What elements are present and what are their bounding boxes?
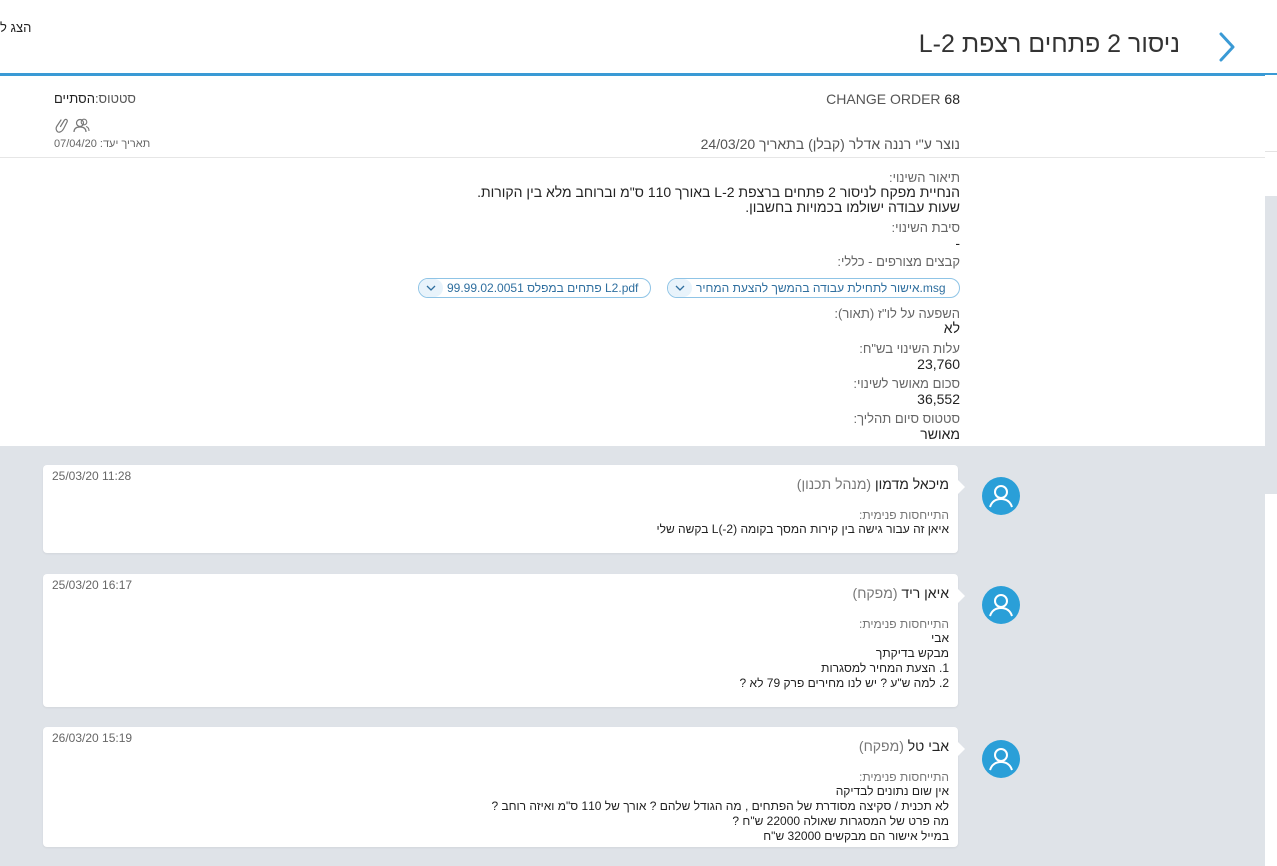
- comment-line: לא תכנית / סקיצה מסודרת של הפתחים , מה ה…: [491, 799, 949, 813]
- comment-label: התייחסות פנימית:: [858, 770, 949, 784]
- process-status-label: סטטוס סיום תהליך:: [853, 411, 960, 426]
- cost-value: 23,760: [917, 356, 960, 372]
- comment-line: איאן זה עבור גישה בין קירות המסך בקומה (…: [656, 522, 949, 536]
- change-order-number: 68: [944, 91, 960, 107]
- chevron-down-icon[interactable]: [419, 279, 443, 297]
- approved-amount-label: סכום מאושר לשינוי:: [853, 376, 960, 391]
- comment-line: במייל אישור הם מבקשים 32000 ש"ח: [763, 829, 949, 843]
- comment-line: מה פרט של המסגרות שאולה 22000 ש"ח ?: [732, 814, 949, 828]
- paperclip-icon[interactable]: [55, 118, 68, 133]
- comment-timestamp: 25/03/20 16:17: [52, 578, 133, 592]
- comment-line: 2. למה ש"ע ? יש לנו מחירים פרק 79 לא ?: [739, 676, 949, 690]
- attachment-chip-msg[interactable]: אישור לתחילת עבודה בהמשך להצעת המחיר.msg: [667, 278, 960, 298]
- header-divider: [0, 73, 1265, 76]
- header-divider-tail: [1265, 73, 1277, 75]
- comment-author-name: אבי טל: [907, 738, 949, 754]
- show-link[interactable]: הצג ל: [0, 20, 31, 35]
- attachment-chip-pdf[interactable]: 99.99.02.0051 פתחים במפלס L2.pdf: [418, 278, 651, 298]
- page-title: ניסור 2 פתחים רצפת L-2: [918, 30, 1180, 58]
- user-avatar-icon: [982, 477, 1020, 515]
- status-line: סטטוס:הסתיים: [54, 91, 136, 106]
- schedule-impact-value: לא: [943, 320, 960, 336]
- description-line: שעות עבודה ישולמו בכמויות בחשבון.: [745, 199, 960, 215]
- comment-author: אבי טל (מפקח): [859, 738, 949, 754]
- status-value: הסתיים: [54, 91, 95, 106]
- comment-line: מבקש בדיקתך: [875, 646, 949, 660]
- chevron-down-icon[interactable]: [668, 279, 692, 297]
- user-avatar-icon: [982, 586, 1020, 624]
- comment-line: אין שום נתונים לבדיקה: [835, 784, 949, 798]
- due-date-label: תאריך יעד:: [99, 138, 151, 150]
- user-avatar-icon: [982, 740, 1020, 778]
- comment-author-name: מיכאל מדמון: [875, 476, 949, 492]
- reason-label: סיבת השינוי:: [891, 220, 960, 235]
- comment-author-name: איאן ריד: [901, 585, 949, 601]
- approved-amount-value: 36,552: [917, 391, 960, 407]
- comment-body: אבי מבקש בדיקתך 1. הצעת המחיר למסגרות 2.…: [740, 631, 949, 691]
- attachments-label: קבצים מצורפים - כללי:: [837, 254, 960, 269]
- side-scroll-strip[interactable]: [1265, 196, 1277, 494]
- process-status-value: מאושר: [920, 426, 960, 442]
- description-line: הנחיית מפקח לניסור 2 פתחים ברצפת L-2 באו…: [477, 184, 960, 200]
- comment-author-role: (מפקח): [858, 738, 904, 754]
- status-label: סטטוס:: [94, 91, 136, 106]
- comment-author-role: (מנהל תכנון): [796, 476, 872, 492]
- schedule-impact-label: השפעה על לו"ז (תאור):: [834, 306, 960, 321]
- change-order-label: CHANGE ORDER: [826, 91, 941, 107]
- comment-label: התייחסות פנימית:: [858, 617, 949, 631]
- description-label: תיאור השינוי:: [889, 170, 960, 185]
- comment-label: התייחסות פנימית:: [858, 508, 949, 522]
- comment-timestamp: 26/03/20 15:19: [52, 731, 133, 745]
- users-icon[interactable]: [73, 118, 90, 133]
- info-divider: [0, 157, 1265, 158]
- attachment-name[interactable]: 99.99.02.0051 פתחים במפלס L2.pdf: [443, 281, 644, 295]
- side-divider: [1265, 151, 1277, 152]
- comment-body: איאן זה עבור גישה בין קירות המסך בקומה (…: [656, 522, 949, 537]
- comment-author: מיכאל מדמון (מנהל תכנון): [797, 476, 949, 492]
- comment-line: אבי: [931, 631, 949, 645]
- comment-author: איאן ריד (מפקח): [853, 585, 949, 601]
- comment-timestamp: 25/03/20 11:28: [52, 469, 132, 483]
- created-by-text: נוצר ע"י רננה אדלר (קבלן) בתאריך 24/03/2…: [700, 136, 960, 152]
- comment-line: 1. הצעת המחיר למסגרות: [821, 661, 949, 675]
- attachment-name[interactable]: אישור לתחילת עבודה בהמשך להצעת המחיר.msg: [692, 281, 952, 295]
- reason-value: -: [955, 235, 960, 251]
- chevron-right-icon[interactable]: [1211, 30, 1245, 64]
- info-icons: [55, 118, 90, 133]
- comment-author-role: (מפקח): [852, 585, 898, 601]
- change-order-id: CHANGE ORDER 68: [826, 91, 960, 107]
- due-date-value: 07/04/20: [54, 138, 97, 150]
- cost-label: עלות השינוי בש"ח:: [859, 341, 960, 356]
- description-text: הנחיית מפקח לניסור 2 פתחים ברצפת L-2 באו…: [477, 185, 960, 215]
- comment-body: אין שום נתונים לבדיקה לא תכנית / סקיצה מ…: [491, 784, 949, 844]
- due-date: תאריך יעד: 07/04/20: [54, 138, 150, 150]
